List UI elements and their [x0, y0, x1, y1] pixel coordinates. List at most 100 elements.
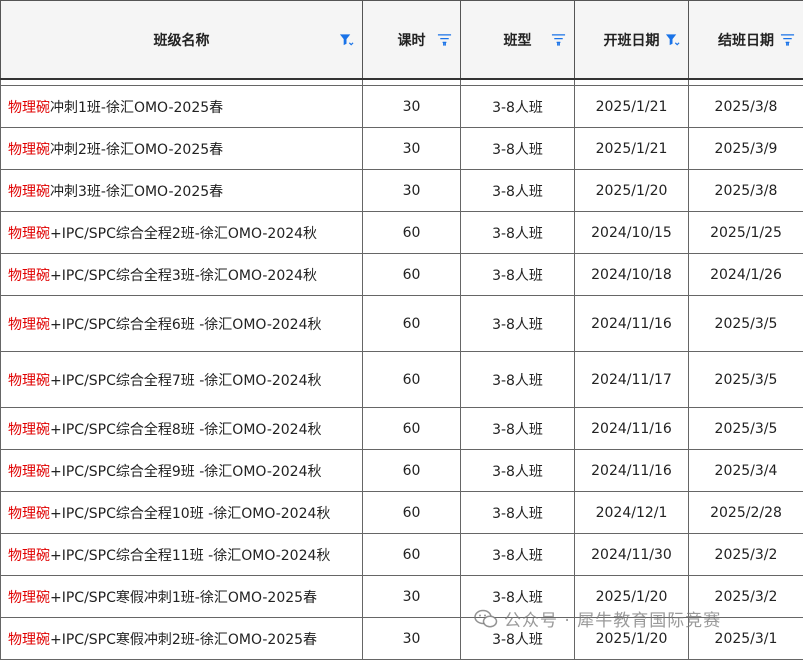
class-name-text: 冲刺1班-徐汇OMO-2025春 [50, 100, 223, 116]
cell-start-date[interactable]: 2024/10/15 [575, 212, 689, 254]
cell-class-name[interactable]: 物理碗+IPC/SPC综合全程2班-徐汇OMO-2024秋 [1, 212, 363, 254]
cell-hours[interactable]: 60 [363, 534, 461, 576]
cell-end-date[interactable]: 2024/1/26 [689, 254, 803, 296]
cell-start-date[interactable]: 2024/11/16 [575, 450, 689, 492]
brand-label: 物理碗 [8, 142, 50, 158]
table-row[interactable]: 物理碗+IPC/SPC综合全程9班 -徐汇OMO-2024秋603-8人班202… [1, 450, 803, 492]
cell-start-date[interactable]: 2024/11/17 [575, 352, 689, 408]
cell-start-date[interactable]: 2025/1/21 [575, 86, 689, 128]
table-row[interactable]: 物理碗+IPC/SPC综合全程8班 -徐汇OMO-2024秋603-8人班202… [1, 408, 803, 450]
cell-class-type[interactable]: 3-8人班 [461, 450, 575, 492]
table-row[interactable]: 物理碗+IPC/SPC综合全程10班 -徐汇OMO-2024秋603-8人班20… [1, 492, 803, 534]
col-header-class-name: 班级名称 [1, 1, 363, 80]
cell-start-date[interactable]: 2024/11/16 [575, 408, 689, 450]
cell-class-type[interactable]: 3-8人班 [461, 254, 575, 296]
table-row[interactable]: 物理碗+IPC/SPC综合全程2班-徐汇OMO-2024秋603-8人班2024… [1, 212, 803, 254]
cell-class-type[interactable]: 3-8人班 [461, 170, 575, 212]
cell-class-type[interactable]: 3-8人班 [461, 408, 575, 450]
cell-hours[interactable]: 60 [363, 450, 461, 492]
table-row[interactable]: 物理碗+IPC/SPC综合全程7班 -徐汇OMO-2024秋603-8人班202… [1, 352, 803, 408]
table-row[interactable]: 物理碗冲刺1班-徐汇OMO-2025春303-8人班2025/1/212025/… [1, 86, 803, 128]
cell-hours[interactable]: 30 [363, 170, 461, 212]
brand-label: 物理碗 [8, 268, 50, 284]
cell-end-date[interactable]: 2025/1/25 [689, 212, 803, 254]
filter-icon[interactable] [551, 33, 566, 47]
cell-end-date[interactable]: 2025/3/5 [689, 352, 803, 408]
cell-hours[interactable]: 60 [363, 492, 461, 534]
class-name-text: +IPC/SPC寒假冲刺1班-徐汇OMO-2025春 [50, 590, 317, 606]
table-row[interactable]: 物理碗+IPC/SPC综合全程11班 -徐汇OMO-2024秋603-8人班20… [1, 534, 803, 576]
cell-class-name[interactable]: 物理碗+IPC/SPC寒假冲刺1班-徐汇OMO-2025春 [1, 576, 363, 618]
class-name-text: 冲刺2班-徐汇OMO-2025春 [50, 142, 223, 158]
cell-start-date[interactable]: 2025/1/21 [575, 128, 689, 170]
cell-hours[interactable]: 30 [363, 576, 461, 618]
cell-hours[interactable]: 60 [363, 408, 461, 450]
cell-start-date[interactable]: 2024/11/16 [575, 296, 689, 352]
cell-class-type[interactable]: 3-8人班 [461, 576, 575, 618]
cell-class-name[interactable]: 物理碗+IPC/SPC寒假冲刺2班-徐汇OMO-2025春 [1, 618, 363, 660]
cell-end-date[interactable]: 2025/3/2 [689, 534, 803, 576]
table-row[interactable]: 物理碗冲刺2班-徐汇OMO-2025春303-8人班2025/1/212025/… [1, 128, 803, 170]
cell-class-name[interactable]: 物理碗+IPC/SPC综合全程11班 -徐汇OMO-2024秋 [1, 534, 363, 576]
cell-hours[interactable]: 30 [363, 128, 461, 170]
cell-class-type[interactable]: 3-8人班 [461, 352, 575, 408]
cell-class-name[interactable]: 物理碗+IPC/SPC综合全程3班-徐汇OMO-2024秋 [1, 254, 363, 296]
cell-class-name[interactable]: 物理碗+IPC/SPC综合全程8班 -徐汇OMO-2024秋 [1, 408, 363, 450]
class-name-text: +IPC/SPC综合全程11班 -徐汇OMO-2024秋 [50, 548, 330, 564]
col-header-class-type: 班型 [461, 1, 575, 80]
cell-class-type[interactable]: 3-8人班 [461, 212, 575, 254]
cell-end-date[interactable]: 2025/3/4 [689, 450, 803, 492]
class-name-text: +IPC/SPC综合全程8班 -徐汇OMO-2024秋 [50, 422, 322, 438]
table-row[interactable]: 物理碗+IPC/SPC寒假冲刺1班-徐汇OMO-2025春303-8人班2025… [1, 576, 803, 618]
brand-label: 物理碗 [8, 373, 50, 389]
class-name-text: +IPC/SPC综合全程3班-徐汇OMO-2024秋 [50, 268, 317, 284]
cell-start-date[interactable]: 2025/1/20 [575, 576, 689, 618]
class-schedule-table: 班级名称 课时 班型 开班日期 [0, 0, 803, 660]
cell-class-name[interactable]: 物理碗冲刺3班-徐汇OMO-2025春 [1, 170, 363, 212]
filter-active-icon[interactable] [665, 33, 680, 47]
class-name-text: +IPC/SPC综合全程7班 -徐汇OMO-2024秋 [50, 373, 322, 389]
cell-hours[interactable]: 30 [363, 86, 461, 128]
col-header-end-date: 结班日期 [689, 1, 803, 80]
cell-start-date[interactable]: 2024/10/18 [575, 254, 689, 296]
cell-class-type[interactable]: 3-8人班 [461, 296, 575, 352]
cell-class-name[interactable]: 物理碗+IPC/SPC综合全程7班 -徐汇OMO-2024秋 [1, 352, 363, 408]
cell-class-type[interactable]: 3-8人班 [461, 86, 575, 128]
cell-hours[interactable]: 60 [363, 254, 461, 296]
cell-end-date[interactable]: 2025/3/5 [689, 408, 803, 450]
class-name-text: +IPC/SPC寒假冲刺2班-徐汇OMO-2025春 [50, 632, 317, 648]
cell-end-date[interactable]: 2025/3/5 [689, 296, 803, 352]
cell-class-name[interactable]: 物理碗+IPC/SPC综合全程9班 -徐汇OMO-2024秋 [1, 450, 363, 492]
cell-end-date[interactable]: 2025/3/9 [689, 128, 803, 170]
cell-end-date[interactable]: 2025/3/1 [689, 618, 803, 660]
cell-hours[interactable]: 60 [363, 296, 461, 352]
cell-class-name[interactable]: 物理碗冲刺2班-徐汇OMO-2025春 [1, 128, 363, 170]
table-row[interactable]: 物理碗+IPC/SPC寒假冲刺2班-徐汇OMO-2025春303-8人班2025… [1, 618, 803, 660]
cell-class-name[interactable]: 物理碗+IPC/SPC综合全程10班 -徐汇OMO-2024秋 [1, 492, 363, 534]
cell-class-name[interactable]: 物理碗+IPC/SPC综合全程6班 -徐汇OMO-2024秋 [1, 296, 363, 352]
class-name-text: 冲刺3班-徐汇OMO-2025春 [50, 184, 223, 200]
table-row[interactable]: 物理碗冲刺3班-徐汇OMO-2025春303-8人班2025/1/202025/… [1, 170, 803, 212]
cell-class-name[interactable]: 物理碗冲刺1班-徐汇OMO-2025春 [1, 86, 363, 128]
cell-end-date[interactable]: 2025/2/28 [689, 492, 803, 534]
cell-class-type[interactable]: 3-8人班 [461, 492, 575, 534]
cell-hours[interactable]: 60 [363, 352, 461, 408]
table-row[interactable]: 物理碗+IPC/SPC综合全程6班 -徐汇OMO-2024秋603-8人班202… [1, 296, 803, 352]
cell-start-date[interactable]: 2025/1/20 [575, 170, 689, 212]
cell-class-type[interactable]: 3-8人班 [461, 128, 575, 170]
cell-end-date[interactable]: 2025/3/8 [689, 170, 803, 212]
cell-class-type[interactable]: 3-8人班 [461, 618, 575, 660]
filter-icon[interactable] [437, 33, 452, 47]
cell-start-date[interactable]: 2025/1/20 [575, 618, 689, 660]
table-row[interactable]: 物理碗+IPC/SPC综合全程3班-徐汇OMO-2024秋603-8人班2024… [1, 254, 803, 296]
cell-start-date[interactable]: 2024/12/1 [575, 492, 689, 534]
filter-active-icon[interactable] [339, 33, 354, 47]
cell-hours[interactable]: 30 [363, 618, 461, 660]
cell-hours[interactable]: 60 [363, 212, 461, 254]
cell-end-date[interactable]: 2025/3/8 [689, 86, 803, 128]
col-header-label: 班级名称 [154, 30, 210, 50]
cell-start-date[interactable]: 2024/11/30 [575, 534, 689, 576]
cell-class-type[interactable]: 3-8人班 [461, 534, 575, 576]
cell-end-date[interactable]: 2025/3/2 [689, 576, 803, 618]
filter-icon[interactable] [780, 33, 795, 47]
